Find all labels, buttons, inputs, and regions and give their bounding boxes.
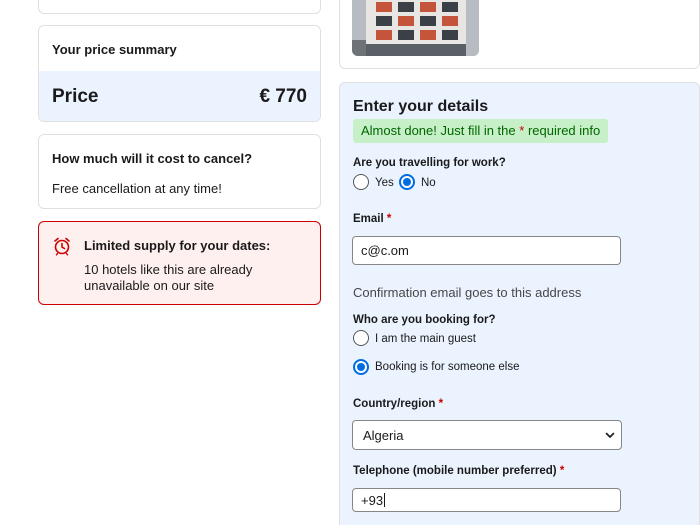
email-label: Email *	[353, 213, 391, 225]
country-value: Algeria	[363, 427, 404, 443]
notice-text-start: Almost done! Just fill in the	[361, 123, 516, 138]
notice-text-end: required info	[527, 123, 601, 138]
work-travel-question: Are you travelling for work?	[353, 157, 506, 169]
supply-alert-text: 10 hotels like this are already unavaila…	[84, 262, 253, 293]
telephone-label: Telephone (mobile number preferred) *	[353, 465, 564, 477]
limited-supply-alert: Limited supply for your dates: 10 hotels…	[38, 221, 321, 305]
email-label-text: Email	[353, 213, 384, 225]
price-row: Price € 770	[39, 71, 320, 121]
previous-card	[38, 0, 321, 14]
work-travel-no-label[interactable]: No	[421, 177, 436, 189]
telephone-label-text: Telephone (mobile number preferred)	[353, 465, 557, 477]
notice-required-star: *	[519, 123, 525, 138]
enter-details-panel: Enter your details Almost done! Just fil…	[339, 82, 700, 525]
email-required-mark: *	[386, 213, 392, 225]
email-value: c@c.om	[361, 243, 409, 258]
cancellation-answer: Free cancellation at any time!	[52, 181, 222, 196]
property-photo[interactable]	[352, 0, 479, 56]
email-hint: Confirmation email goes to this address	[353, 285, 582, 300]
country-select[interactable]: Algeria	[352, 420, 622, 450]
telephone-value: +93	[361, 492, 384, 508]
required-info-notice: Almost done! Just fill in the * required…	[353, 119, 609, 143]
booking-page: Your price summary Price € 770 How much …	[0, 0, 700, 525]
main-guest-radio[interactable]	[353, 330, 369, 346]
price-label: Price	[52, 86, 99, 107]
booking-for-question: Who are you booking for?	[353, 314, 496, 326]
telephone-field[interactable]: +93	[352, 488, 621, 512]
price-summary-card: Your price summary Price € 770	[38, 25, 321, 122]
chevron-down-icon	[605, 432, 615, 438]
price-summary-title: Your price summary	[52, 42, 177, 57]
price-value: € 770	[259, 86, 307, 107]
main-guest-label[interactable]: I am the main guest	[375, 333, 476, 345]
email-field[interactable]: c@c.om	[352, 236, 621, 265]
country-label: Country/region *	[353, 398, 443, 410]
work-travel-yes-label[interactable]: Yes	[375, 177, 394, 189]
cancellation-card: How much will it cost to cancel? Free ca…	[38, 134, 321, 209]
country-required-mark: *	[438, 398, 444, 410]
alarm-clock-icon	[54, 237, 70, 256]
someone-else-label[interactable]: Booking is for someone else	[375, 361, 519, 373]
work-travel-yes-radio[interactable]	[353, 174, 369, 190]
supply-alert-title: Limited supply for your dates:	[84, 238, 271, 253]
cancellation-question: How much will it cost to cancel?	[52, 151, 253, 166]
work-travel-no-radio[interactable]	[399, 174, 415, 190]
country-label-text: Country/region	[353, 398, 436, 410]
telephone-required-mark: *	[559, 465, 565, 477]
someone-else-radio[interactable]	[353, 359, 369, 375]
text-cursor	[384, 493, 386, 507]
details-heading: Enter your details	[353, 98, 489, 115]
